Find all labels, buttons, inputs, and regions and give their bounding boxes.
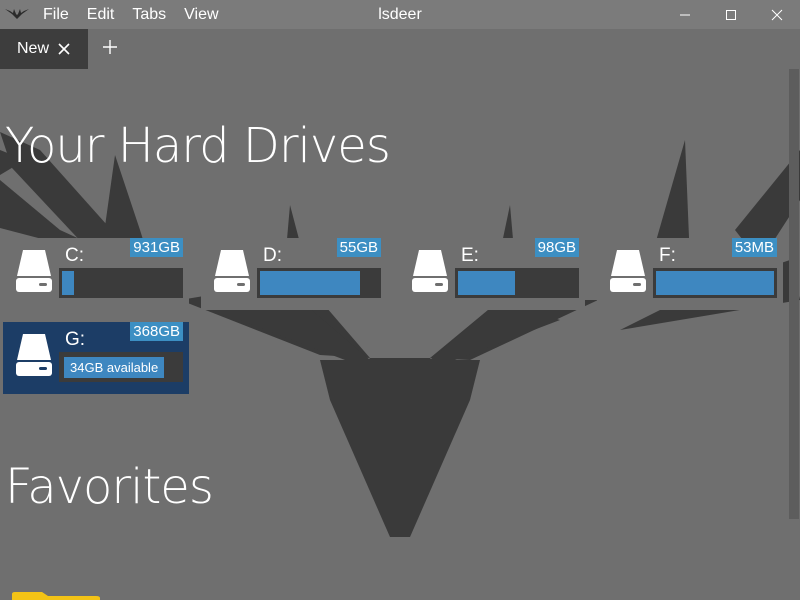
drive-letter: F: [659,245,676,266]
hard-drive-icon [16,250,52,292]
drive-letter: D: [263,245,282,266]
tab-label: New [17,40,50,57]
tab-bar: New [0,29,800,69]
drive-usage-bar [653,268,777,298]
menu-file[interactable]: File [43,6,69,24]
hard-drive-icon [412,250,448,292]
drive-letter: E: [461,245,479,266]
scrollbar[interactable] [788,69,800,600]
menu-edit[interactable]: Edit [87,6,115,24]
hard-drive-icon [610,250,646,292]
drive-size-badge: 368GB [130,322,183,341]
menu-view[interactable]: View [184,6,218,24]
drive-tile-c[interactable]: C: 931GB [3,238,189,310]
plus-icon[interactable] [102,39,118,55]
drive-letter: G: [65,329,86,350]
drive-usage-fill [458,271,515,295]
drive-available-label: 34GB available [64,357,165,378]
scrollbar-thumb[interactable] [789,69,799,519]
close-icon [771,9,783,20]
drive-usage-fill [656,271,774,295]
drive-tile-f[interactable]: F: 53MB [597,238,783,310]
drive-tile-d[interactable]: D: 55GB [201,238,387,310]
drive-letter: C: [65,245,84,266]
title-bar: File Edit Tabs View lsdeer [0,0,800,29]
maximize-button[interactable] [708,0,754,29]
minimize-icon [680,14,690,15]
drive-tile-g[interactable]: G: 368GB 34GB available [3,322,189,394]
drive-usage-fill [62,271,74,295]
close-icon[interactable] [57,42,71,56]
hard-drive-icon [16,334,52,376]
drive-usage-fill [260,271,361,295]
antler-logo-icon [5,9,29,19]
drive-usage-bar [455,268,579,298]
section-title-favorites: Favorites [5,459,214,515]
drive-tile-e[interactable]: E: 98GB [399,238,585,310]
menu-bar: File Edit Tabs View [43,0,237,29]
drive-size-badge: 53MB [731,238,777,257]
menu-tabs[interactable]: Tabs [132,6,166,24]
minimize-button[interactable] [662,0,708,29]
drive-usage-bar [59,268,183,298]
tab-new[interactable]: New [0,29,88,69]
folder-icon[interactable] [12,590,100,600]
drive-size-badge: 931GB [130,238,183,257]
section-title-drives: Your Hard Drives [5,118,391,174]
close-window-button[interactable] [754,0,800,29]
drive-usage-bar [257,268,381,298]
window-controls [662,0,800,29]
drive-size-badge: 98GB [534,238,579,257]
maximize-icon [726,9,736,20]
hard-drive-icon [214,250,250,292]
drive-usage-bar: 34GB available [59,352,183,382]
drive-size-badge: 55GB [336,238,381,257]
